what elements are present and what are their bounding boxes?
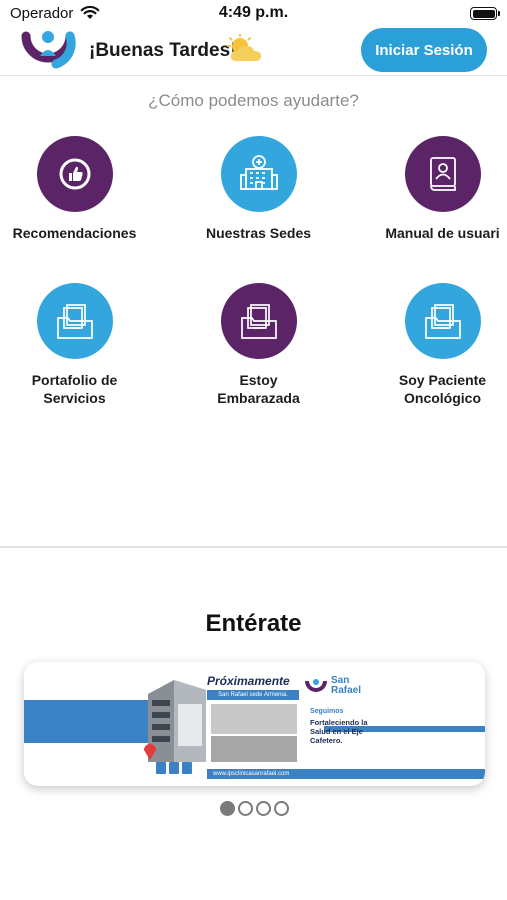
clinic-logo-icon [304,676,328,703]
app-header: ¡Buenas Tardes! Iniciar Sesión [0,26,507,76]
banner-tagline: Seguimos [310,708,344,715]
menu-item-label: Estoy Embarazada [217,372,300,406]
carousel-dot[interactable] [220,801,235,816]
menu-item-manual-usuario[interactable]: Manual de usuari [358,136,507,242]
carousel-dot[interactable] [256,801,271,816]
status-bar: Operador 4:49 p.m. [0,0,507,26]
carousel-dot[interactable] [238,801,253,816]
carousel-indicator [220,801,289,816]
banner-photo [211,736,297,762]
menu-item-nuestras-sedes[interactable]: Nuestras Sedes [174,136,343,242]
banner-subheading: San Rafael sede Armenia. [207,690,299,700]
banner-stripe [24,700,164,743]
banner-heading: Próximamente [207,674,290,688]
section-divider [0,546,507,548]
sun-cloud-icon [226,33,264,69]
login-button[interactable]: Iniciar Sesión [361,28,487,72]
battery-icon [470,7,500,20]
banner-photo [211,704,297,734]
menu-item-label: Nuestras Sedes [205,225,312,241]
banner-badges [156,762,192,774]
building-image [144,670,208,775]
banner-message: Fortaleciendo la Salud en el Eje Cafeter… [310,718,368,745]
news-title: Entérate [205,610,302,637]
greeting-text: ¡Buenas Tardes! [89,40,237,61]
clock: 4:49 p.m. [218,4,289,21]
menu-item-estoy-embarazada[interactable]: Estoy Embarazada [174,283,343,407]
carousel-dot[interactable] [274,801,289,816]
news-banner[interactable]: Próximamente San Rafael sede Armenia. Sa… [24,662,485,786]
menu-item-label: Manual de usuari [385,225,500,241]
thumbs-up-icon [36,136,113,212]
menu-item-label: Soy Paciente Oncológico [398,372,487,406]
menu-item-portafolio-servicios[interactable]: Portafolio de Servicios [0,283,159,407]
menu-item-paciente-oncologico[interactable]: Soy Paciente Oncológico [358,283,507,407]
banner-brand: San Rafael [331,675,362,696]
clinic-logo-icon [20,26,76,72]
menu-item-label: Recomendaciones [12,225,137,241]
folder-icon [404,283,481,359]
user-manual-icon [404,136,481,212]
folder-icon [220,283,297,359]
help-title: ¿Cómo podemos ayudarte? [148,91,359,110]
menu-item-label: Portafolio de Servicios [31,372,118,406]
banner-url: www.ipsclinicasanrafael.com [207,769,485,779]
menu-item-recomendaciones[interactable]: Recomendaciones [0,136,159,242]
folder-icon [36,283,113,359]
hospital-icon [220,136,297,212]
